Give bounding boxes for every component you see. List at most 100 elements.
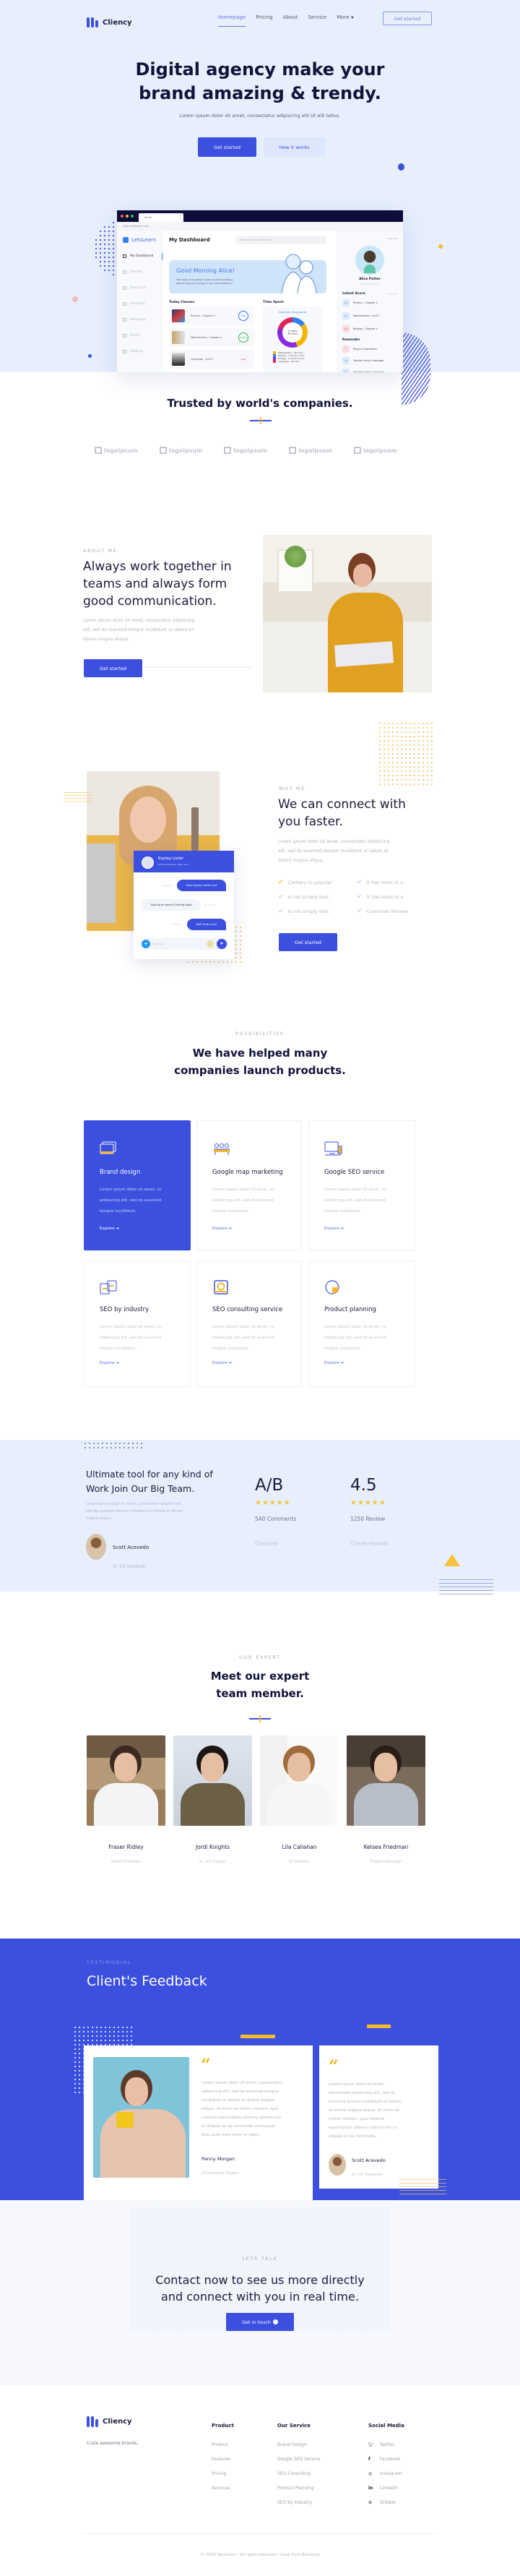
footer-link[interactable]: SEO Consulting	[277, 2471, 320, 2476]
explore-link[interactable]: Explore ➔	[212, 1227, 232, 1231]
nav-more[interactable]: More ▼	[337, 14, 353, 27]
why-get-started-button[interactable]: Get started	[279, 933, 337, 951]
logo-mark-icon	[289, 447, 297, 454]
add-attachment-icon[interactable]: +	[142, 940, 150, 948]
about-get-started-button[interactable]: Get started	[84, 659, 142, 677]
nav-about[interactable]: About	[283, 14, 298, 27]
testimonial-text: Lorem ipsum dolor sit amet, consectetu ad…	[329, 2082, 402, 2139]
explore-link[interactable]: Explore ➔	[212, 1361, 232, 1365]
explore-link[interactable]: Explore ➔	[324, 1361, 344, 1365]
send-icon[interactable]: ➤	[217, 939, 227, 949]
message-icon	[123, 318, 126, 322]
mock-nav-settings: Settings	[123, 350, 143, 353]
chat-input[interactable]: + Type here ➤	[142, 938, 228, 950]
service-card-title: Google SEO service	[324, 1169, 385, 1176]
services-title: We have helped many companies launch prod…	[174, 1047, 346, 1077]
get-in-touch-label: Get in touch	[242, 2319, 271, 2325]
nav-pricing[interactable]: Pricing	[256, 14, 273, 27]
twitter-icon: 🐦︎	[368, 2442, 374, 2447]
footer-link[interactable]: Product	[212, 2442, 234, 2447]
hero-subtitle: Lorem ipsum dolor sit amet, consectetur …	[179, 113, 341, 119]
social-link-dribbble[interactable]: ⊛ Dribble	[368, 2500, 404, 2505]
explore-link[interactable]: Explore ➔	[324, 1227, 344, 1231]
service-card[interactable]: Google SEO service Lorem ipsum dolor sit …	[308, 1120, 415, 1250]
grid-icon	[123, 270, 126, 274]
decor-dot-pattern	[83, 1441, 142, 1450]
copyright: © 2020 Takamoo • All rights reserved • L…	[200, 2553, 320, 2557]
check-icon: ✔	[278, 879, 284, 886]
footer-link[interactable]: Pricing	[212, 2471, 234, 2476]
explore-label: Explore	[324, 1227, 339, 1231]
team-member-card[interactable]: Kelsea Friedman Project Manager	[347, 1735, 425, 1866]
explore-link[interactable]: Explore ➔	[100, 1361, 119, 1365]
team-member-card[interactable]: Lila Callahan UI Desiner	[260, 1735, 339, 1866]
footer-link[interactable]: Product Planning	[277, 2486, 320, 2491]
check-icon: ✔	[357, 879, 363, 886]
mock-search: What are you looking for?	[235, 236, 326, 244]
decor-dot	[88, 354, 92, 358]
testimonial-author: Penny Morgan	[202, 2156, 235, 2162]
service-card[interactable]: SEO by industry Lorem ipsum dolor sit ame…	[84, 1261, 191, 1387]
footer-link[interactable]: Google SEO Service	[277, 2457, 320, 2462]
service-card[interactable]: Product planning Lorem ipsum dolor sit am…	[308, 1261, 415, 1387]
team-title: Meet our expert team member.	[210, 1670, 310, 1700]
service-card[interactable]: SEO consulting service Lorem ipsum dolor …	[196, 1261, 302, 1387]
progress-ring: 75%	[238, 311, 248, 321]
partner-logo: logoipsum	[353, 447, 397, 454]
get-in-touch-button[interactable]: Get in touch ›	[226, 2313, 294, 2331]
footer-link[interactable]: SEO by Industry	[277, 2500, 320, 2505]
social-link-linkedin[interactable]: in Linkedin	[368, 2486, 404, 2491]
service-card-title: Brand design	[100, 1169, 141, 1176]
service-card[interactable]: Google map marketing Lorem ipsum dolor si…	[196, 1120, 302, 1250]
check-market-link[interactable]: Cheak market	[350, 1540, 389, 1547]
discover-link[interactable]: Discover	[255, 1540, 296, 1547]
emoji-icon[interactable]	[207, 940, 214, 948]
logo-mark-icon	[353, 447, 361, 454]
service-card-title: Product planning	[324, 1306, 376, 1313]
hero-get-started-button[interactable]: Get started	[198, 137, 256, 157]
decor-bar	[367, 2025, 391, 2028]
check-icon: ✔	[357, 908, 363, 915]
nav-service[interactable]: Service	[308, 14, 326, 27]
partner-logo: logoipsum	[289, 447, 332, 454]
footer-brand-name: Cliency	[103, 2418, 132, 2426]
nav-homepage[interactable]: Homepage	[218, 14, 246, 27]
progress-ring: 20%	[238, 354, 248, 364]
explore-link[interactable]: Explore ➔	[100, 1227, 119, 1231]
brand-name: Cliency	[103, 18, 132, 27]
mock-nav-profile: Profile	[123, 334, 140, 338]
how-it-works-button[interactable]: How it works	[264, 137, 325, 157]
brand-logo[interactable]: Cliency	[87, 17, 132, 27]
team-member-name: Jordi Knights	[195, 1844, 230, 1850]
decor-wave-pattern	[64, 792, 92, 804]
social-link-facebook[interactable]: f Facebook	[368, 2457, 404, 2462]
team-eyebrow: OUR EXPERT	[239, 1655, 281, 1660]
mock-score-row: 5.0 Biology - Chapter 4	[342, 325, 378, 332]
team-member-card[interactable]: Fraser Ridley Head of design	[87, 1735, 165, 1866]
footer-link[interactable]: Brand Design	[277, 2442, 320, 2447]
arrow-right-icon: ➔	[116, 1361, 119, 1365]
social-link-instagram[interactable]: ◎ Instagram	[368, 2471, 404, 2476]
calendar-icon	[123, 302, 126, 306]
main-nav: Homepage Pricing About Service More ▼	[218, 14, 354, 27]
chat-message-sent: Hello Kayley! what's up?	[177, 880, 226, 891]
footer-link[interactable]: Features	[212, 2457, 234, 2462]
testimonial-card: “ Lorem ipsum dolor sit amet, consectetu…	[84, 2045, 313, 2200]
footer-link[interactable]: Services	[212, 2486, 234, 2491]
team-member-card[interactable]: Jordi Knights Sr. UX Design	[173, 1735, 252, 1866]
about-eyebrow: ABOUT ME	[83, 549, 118, 554]
nav-get-started-button[interactable]: Get started	[383, 12, 432, 25]
decor-bar	[240, 2035, 275, 2038]
social-link-twitter[interactable]: 🐦︎ Twitter	[368, 2442, 404, 2447]
footer-logo[interactable]: Cliency	[87, 2416, 132, 2427]
mock-app-name: LetsLearn	[131, 237, 157, 243]
contact-eyebrow: LETS TALK	[242, 2257, 278, 2262]
service-card[interactable]: Brand design Lorem ipsum dolor sit amet, …	[84, 1120, 191, 1250]
check-icon: ✔	[278, 908, 284, 915]
partner-logo: logoipsum	[159, 447, 202, 454]
desktop-mobile-icon	[324, 1141, 342, 1156]
decor-stripe-pattern	[402, 332, 430, 405]
chevron-down-icon: ▼	[350, 16, 354, 20]
arrow-right-icon: ➔	[228, 1227, 232, 1231]
why-eyebrow: WHY ME	[279, 786, 306, 791]
